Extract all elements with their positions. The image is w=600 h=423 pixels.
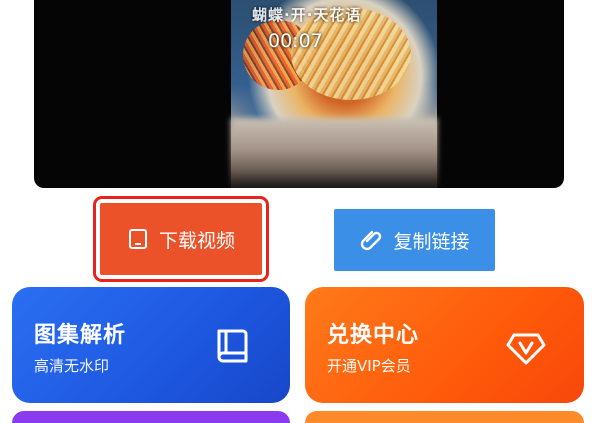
thumbnail-blurred-area <box>231 118 437 188</box>
video-timer: 00:07 <box>268 30 323 52</box>
book-icon <box>217 329 248 363</box>
next-card-left-edge <box>12 411 290 423</box>
vip-gem-icon <box>506 333 546 365</box>
gallery-card-title: 图集解析 <box>34 323 127 348</box>
next-card-right-edge <box>305 411 584 423</box>
download-video-label: 下载视频 <box>158 229 235 252</box>
redeem-card-subtitle: 开通VIP会员 <box>327 357 411 375</box>
copy-link-label: 复制链接 <box>393 230 470 253</box>
download-video-button[interactable]: 下载视频 <box>93 196 269 282</box>
redeem-center-card[interactable]: 兑换中心 开通VIP会员 <box>305 287 584 403</box>
gallery-parse-card[interactable]: 图集解析 高清无水印 <box>12 287 290 403</box>
copy-link-button[interactable]: 复制链接 <box>334 209 495 271</box>
video-overlay-text: 蝴蝶·开·天花语 <box>252 6 362 24</box>
tablet-icon <box>128 229 147 249</box>
video-player[interactable] <box>34 0 564 188</box>
gallery-card-subtitle: 高清无水印 <box>34 357 110 375</box>
video-thumbnail <box>231 0 437 188</box>
redeem-card-title: 兑换中心 <box>327 323 420 348</box>
paperclip-icon <box>361 230 382 251</box>
